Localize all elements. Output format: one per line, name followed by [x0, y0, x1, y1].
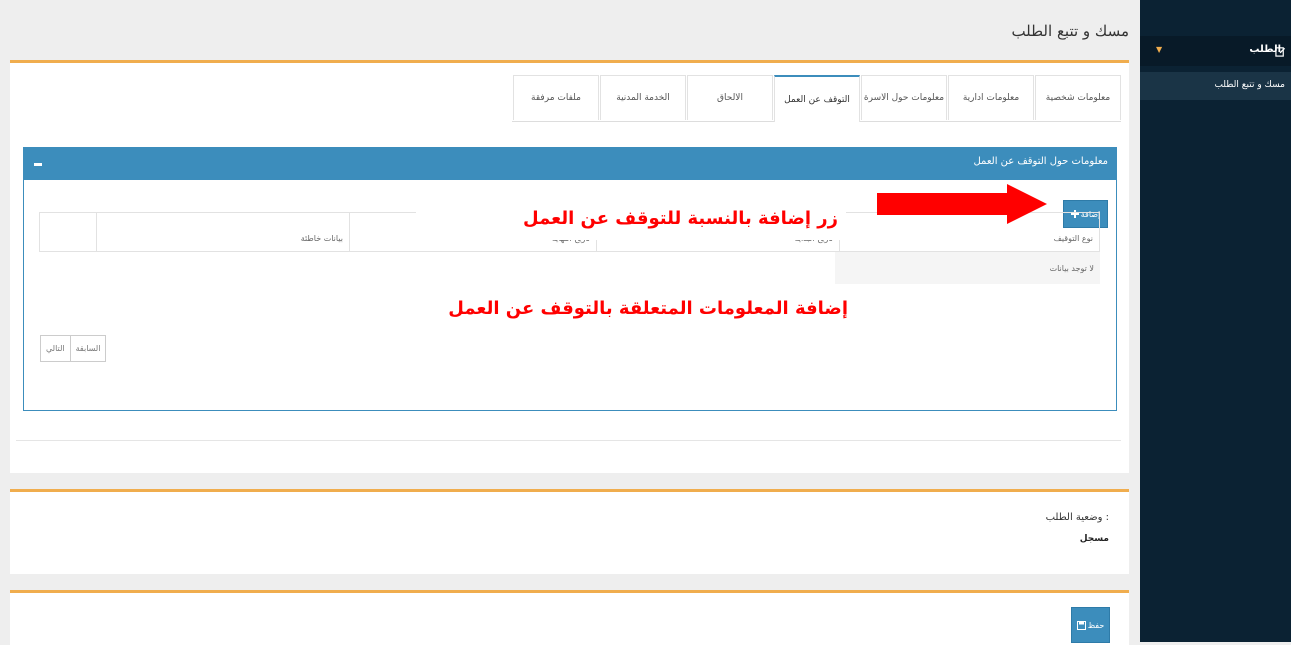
column-header: بيانات خاطئة [96, 213, 349, 251]
actions-panel: حفظ [10, 590, 1129, 645]
column-header [40, 213, 96, 251]
work-stoppage-box: معلومات حول التوقف عن العمل إضافة نوع ال… [23, 147, 1117, 411]
tab-civil-service[interactable]: الخدمة المدنية [600, 75, 686, 120]
sidebar-group-request[interactable]: ▼ الطلب [1140, 36, 1291, 66]
status-panel: وضعية الطلب : مسجل [10, 489, 1129, 574]
tab-admin-info[interactable]: معلومات ادارية [948, 75, 1034, 120]
sidebar: ▼ الطلب مسك و تتبع الطلب [1140, 0, 1291, 642]
sidebar-item-label: مسك و تتبع الطلب [1214, 80, 1285, 90]
status-value: مسجل [1079, 534, 1109, 544]
collapse-icon[interactable] [34, 163, 42, 166]
tab-affiliation[interactable]: الالحاق [687, 75, 773, 120]
next-page-button[interactable]: التالي [41, 336, 70, 361]
divider [16, 440, 1121, 441]
info-annotation: إضافة المعلومات المتعلقة بالتوقف عن العم… [448, 298, 848, 319]
tab-attachments[interactable]: ملفات مرفقة [513, 75, 599, 120]
prev-page-button[interactable]: السابقة [69, 336, 106, 361]
main-panel: معلومات شخصية معلومات ادارية معلومات حول… [10, 60, 1129, 473]
add-button-annotation: زر إضافة بالنسبة للتوقف عن العمل [416, 196, 846, 240]
save-icon [1076, 620, 1086, 630]
save-button-label: حفظ [1087, 620, 1105, 630]
tab-personal-info[interactable]: معلومات شخصية [1035, 75, 1121, 120]
pagination: التالي السابقة [40, 335, 107, 362]
box-header: معلومات حول التوقف عن العمل [24, 148, 1116, 180]
tab-bar: معلومات شخصية معلومات ادارية معلومات حول… [512, 75, 1121, 122]
save-button[interactable]: حفظ [1071, 607, 1110, 643]
page-title: مسك و تتبع الطلب [1011, 22, 1129, 40]
edit-icon [1275, 47, 1286, 57]
sidebar-item-manage-request[interactable]: مسك و تتبع الطلب [1140, 72, 1291, 100]
arrow-right-icon [877, 184, 1047, 224]
tab-family-info[interactable]: معلومات حول الاسرة [861, 75, 947, 120]
status-label: وضعية الطلب : [1045, 512, 1109, 523]
empty-table-row: لا توجد بيانات [835, 252, 1100, 284]
box-title: معلومات حول التوقف عن العمل [973, 156, 1108, 167]
chevron-down-icon: ▼ [1156, 45, 1163, 54]
tab-work-stoppage[interactable]: التوقف عن العمل [774, 75, 860, 122]
